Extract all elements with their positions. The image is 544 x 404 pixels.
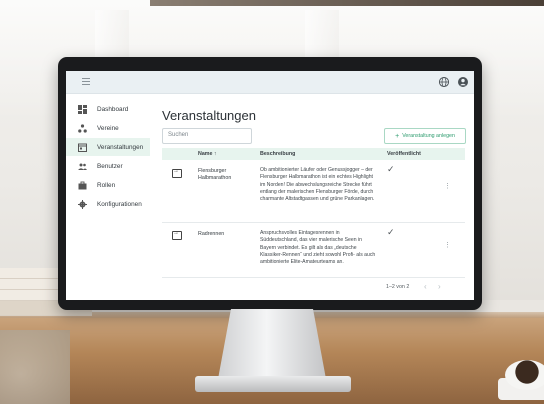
event-description: Ob ambitionierter Läufer oder Genussjogg… [260, 167, 375, 203]
sidebar-item-label: Benutzer [97, 162, 123, 170]
briefcase-icon [78, 181, 87, 189]
sidebar-item-label: Veranstaltungen [97, 143, 144, 151]
search-placeholder: Suchen [168, 132, 189, 138]
ceiling-beam [150, 0, 544, 6]
calendar-icon [78, 143, 87, 152]
users-icon [78, 163, 87, 170]
coffee-cup [505, 360, 544, 390]
plant-decoration [0, 330, 70, 404]
table-row[interactable]: Flensburger Halbmarathon Ob ambitioniert… [162, 160, 465, 223]
search-input[interactable]: Suchen [162, 128, 252, 144]
table-header: Name ↑ Beschreibung Veröffentlicht [162, 148, 465, 160]
more-vert-icon[interactable]: ⋮ [444, 182, 451, 190]
gear-icon [78, 199, 87, 209]
open-icon[interactable] [172, 168, 182, 178]
event-name: Flensburger Halbmarathon [198, 168, 232, 181]
app-screen: Dashboard Vereine Veranstaltungen Benutz… [66, 71, 474, 300]
open-icon[interactable] [172, 230, 182, 240]
globe-icon[interactable] [438, 76, 450, 88]
page-title: Veranstaltungen [162, 108, 256, 123]
add-event-button[interactable]: + Veranstaltung anlegen [384, 128, 466, 144]
column-header-description: Beschreibung [260, 151, 296, 157]
main-content: Veranstaltungen Suchen + Veranstaltung a… [150, 94, 474, 300]
column-header-published: Veröffentlicht [387, 151, 421, 157]
events-table: Name ↑ Beschreibung Veröffentlicht Flens… [162, 148, 465, 298]
chevron-right-icon[interactable]: › [438, 282, 441, 291]
sidebar-item-label: Vereine [97, 124, 119, 132]
sidebar: Dashboard Vereine Veranstaltungen Benutz… [66, 94, 150, 300]
dashboard-icon [78, 104, 87, 114]
published-check-icon: ✓ [387, 227, 395, 237]
sidebar-item-label: Rollen [97, 181, 116, 189]
sidebar-item-label: Dashboard [97, 105, 129, 113]
sidebar-item-label: Konfigurationen [97, 200, 142, 208]
monitor-stand [218, 309, 326, 379]
published-check-icon: ✓ [387, 164, 395, 174]
menu-icon[interactable] [82, 78, 90, 85]
event-description: Anspruchsvolles Eintagesrennen in Süddeu… [260, 230, 376, 266]
monitor-stand-base [195, 376, 351, 392]
pagination: 1–2 von 2 ‹ › [162, 280, 465, 296]
add-event-label: Veranstaltung anlegen [402, 133, 455, 139]
event-name: Radrennen [198, 231, 225, 237]
pagination-range: 1–2 von 2 [386, 284, 410, 290]
top-app-bar [66, 71, 474, 94]
sidebar-item-vereine[interactable]: Vereine [66, 119, 150, 137]
account-icon[interactable] [457, 76, 469, 88]
sidebar-item-benutzer[interactable]: Benutzer [66, 157, 150, 175]
sidebar-item-veranstaltungen[interactable]: Veranstaltungen [66, 138, 150, 156]
plus-icon: + [395, 132, 400, 140]
sidebar-item-dashboard[interactable]: Dashboard [66, 100, 150, 118]
sidebar-item-rollen[interactable]: Rollen [66, 176, 150, 194]
org-icon [78, 123, 87, 133]
sidebar-item-konfigurationen[interactable]: Konfigurationen [66, 195, 150, 213]
column-header-name[interactable]: Name ↑ [198, 151, 217, 157]
more-vert-icon[interactable]: ⋮ [444, 241, 451, 249]
chevron-left-icon[interactable]: ‹ [424, 282, 427, 291]
table-row[interactable]: Radrennen Anspruchsvolles Eintagesrennen… [162, 223, 465, 278]
